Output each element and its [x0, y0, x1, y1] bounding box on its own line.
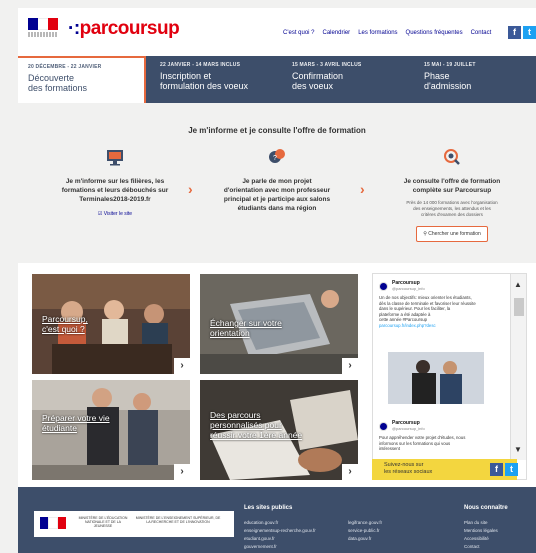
chevron-right-icon: ›: [188, 181, 193, 197]
footer-link[interactable]: enseignementsup-recherche.gouv.fr: [244, 527, 316, 535]
facebook-icon[interactable]: f: [490, 463, 503, 476]
footer-public-sites-title: Les sites publics: [244, 505, 293, 511]
tweet-image[interactable]: [388, 352, 484, 404]
section-title: Je m'informe et je consulte l'offre de f…: [188, 126, 366, 135]
nav-formations[interactable]: Les formations: [358, 30, 397, 36]
info-text: Je parle de mon projet d'orientation avec…: [223, 178, 331, 212]
chat-bubbles-icon: ?: [269, 149, 285, 163]
info-column-terminales: Je m'informe sur les filières, les format…: [40, 148, 190, 218]
monitor-icon: [107, 150, 123, 166]
ministry-name: MINISTÈRE DE L'ENSEIGNEMENT SUPÉRIEUR, D…: [135, 516, 221, 525]
nav-cest-quoi[interactable]: C'est quoi ?: [283, 30, 315, 36]
card-label: Échanger sur votre orientation: [210, 318, 282, 338]
svg-text:?: ?: [273, 155, 277, 162]
footer-about-list: Plan du site Mentions légales Accessibil…: [464, 519, 498, 551]
external-link-icon: ☑: [97, 211, 103, 217]
chevron-right-icon[interactable]: ›: [174, 464, 190, 480]
site-header: ·:parcoursup C'est quoi ? Calendrier Les…: [18, 8, 536, 56]
phase-title: Découverte des formations: [28, 73, 88, 93]
footer-link[interactable]: education.gouv.fr: [244, 519, 316, 527]
phase-confirmation[interactable]: 15 MARS - 3 AVRIL INCLUS Confirmation des…: [282, 56, 412, 103]
ministry-name: MINISTÈRE DE L'ÉDUCATION NATIONALE ET DE…: [78, 516, 128, 529]
twitter-icon[interactable]: t: [523, 26, 536, 39]
phase-title: Inscription et formulation des voeux: [160, 71, 249, 91]
info-text: Je m'informe sur les filières, les format…: [61, 178, 169, 203]
avatar: [379, 421, 388, 431]
avatar: [379, 281, 388, 291]
twitter-timeline-widget[interactable]: Parcoursup @parcoursup_info Un de nos obj…: [372, 273, 527, 480]
phase-dates: 20 DÉCEMBRE - 22 JANVIER: [28, 64, 102, 70]
facebook-icon[interactable]: f: [508, 26, 521, 39]
republique-francaise-logo[interactable]: [28, 18, 58, 46]
phase-title: Phase d'admission: [424, 71, 472, 91]
phase-dates: 15 MARS - 3 AVRIL INCLUS: [292, 62, 362, 68]
site-footer: MINISTÈRE DE L'ÉDUCATION NATIONALE ET DE…: [18, 487, 536, 553]
follow-social-banner: Suivez-nous sur les réseaux sociaux f t: [372, 459, 518, 480]
french-flag-icon: [40, 517, 66, 529]
phase-dates: 22 JANVIER - 14 MARS INCLUS: [160, 62, 241, 68]
card-label: Des parcours personnalisés pour réussir vo…: [210, 410, 303, 440]
card-label: Parcoursup, c'est quoi ?: [42, 314, 88, 334]
nav-calendrier[interactable]: Calendrier: [323, 30, 351, 36]
page: ·:parcoursup C'est quoi ? Calendrier Les…: [0, 0, 536, 553]
info-column-offre: Je consulte l'offre de formation complète…: [372, 148, 532, 242]
card-vie-etudiante[interactable]: Préparer votre vie étudiante ›: [32, 380, 190, 480]
nav-contact[interactable]: Contact: [471, 30, 492, 36]
tweet-body: Un de nos objectifs: mieux orienter les …: [379, 295, 476, 328]
card-parcours-personnalises[interactable]: Des parcours personnalisés pour réussir vo…: [200, 380, 358, 480]
footer-link[interactable]: Plan du site: [464, 519, 498, 527]
scroll-down-icon[interactable]: ▼: [514, 445, 522, 454]
chevron-right-icon[interactable]: ›: [174, 358, 190, 374]
inform-section: Je m'informe et je consulte l'offre de f…: [18, 103, 536, 263]
twitter-icon[interactable]: t: [505, 463, 518, 476]
card-echanger-orientation[interactable]: Échanger sur votre orientation ›: [200, 274, 358, 374]
visit-site-link[interactable]: ☑ Visiter le site: [40, 210, 190, 218]
tweet-header: Parcoursup @parcoursup_info: [379, 280, 505, 292]
nav-questions[interactable]: Questions fréquentes: [406, 30, 463, 36]
phase-admission[interactable]: 15 MAI - 19 JUILLET Phase d'admission: [414, 56, 536, 103]
chevron-right-icon: ›: [360, 181, 365, 197]
follow-text: Suivez-nous sur les réseaux sociaux: [384, 462, 433, 475]
footer-public-sites-list-2: legifrance.gouv.fr service-public.fr dat…: [348, 519, 382, 543]
top-navigation: C'est quoi ? Calendrier Les formations Q…: [283, 30, 491, 36]
footer-link[interactable]: data.gouv.fr: [348, 535, 382, 543]
footer-public-sites-list-1: education.gouv.fr enseignementsup-recher…: [244, 519, 316, 551]
footer-link[interactable]: Accessibilité: [464, 535, 498, 543]
calendar-timeline: 20 DÉCEMBRE - 22 JANVIER Découverte des f…: [18, 56, 536, 103]
search-formation-button[interactable]: ⚲ Chercher une formation: [416, 226, 488, 242]
footer-link[interactable]: etudiant.gouv.fr: [244, 535, 316, 543]
footer-link[interactable]: Mentions légales: [464, 527, 498, 535]
scrollbar[interactable]: ▲ ▼: [510, 274, 526, 460]
phase-dates: 15 MAI - 19 JUILLET: [424, 62, 476, 68]
scrollbar-thumb[interactable]: [514, 298, 524, 316]
footer-link[interactable]: Contact: [464, 543, 498, 551]
parcoursup-logo[interactable]: ·:parcoursup: [68, 18, 180, 44]
footer-about-title: Nous connaître: [464, 505, 508, 511]
card-label: Préparer votre vie étudiante: [42, 413, 110, 433]
tweet-link[interactable]: parcoursup.fr/index.php?desc: [379, 323, 436, 328]
info-text: Je consulte l'offre de formation complète…: [403, 178, 501, 194]
chevron-right-icon[interactable]: ›: [342, 464, 358, 480]
eye-search-icon: [444, 149, 460, 165]
chevron-right-icon[interactable]: ›: [342, 358, 358, 374]
tweet-header: Parcoursup @parcoursup_info: [379, 420, 505, 432]
ministry-logos[interactable]: MINISTÈRE DE L'ÉDUCATION NATIONALE ET DE…: [34, 511, 234, 537]
card-parcoursup-cest-quoi[interactable]: Parcoursup, c'est quoi ? ›: [32, 274, 190, 374]
search-icon: ⚲: [423, 231, 427, 237]
phase-decouverte[interactable]: 20 DÉCEMBRE - 22 JANVIER Découverte des f…: [18, 56, 146, 103]
people-photo: [388, 352, 484, 404]
tweet[interactable]: Parcoursup @parcoursup_info Un de nos obj…: [379, 280, 505, 328]
footer-link[interactable]: service-public.fr: [348, 527, 382, 535]
phase-title: Confirmation des voeux: [292, 71, 344, 91]
scroll-up-icon[interactable]: ▲: [514, 280, 522, 289]
footer-link[interactable]: legifrance.gouv.fr: [348, 519, 382, 527]
tweet[interactable]: Parcoursup @parcoursup_info Pour appréhen…: [379, 420, 505, 452]
tweet-body: Pour appréhender votre projet d'études, …: [379, 435, 466, 451]
info-column-professeur: ? Je parle de mon projet d'orientation av…: [202, 148, 352, 213]
info-subtext: Près de 14 000 formations avec l'organis…: [406, 200, 498, 217]
footer-link[interactable]: gouvernement.fr: [244, 543, 316, 551]
phase-inscription[interactable]: 22 JANVIER - 14 MARS INCLUS Inscription …: [150, 56, 280, 103]
